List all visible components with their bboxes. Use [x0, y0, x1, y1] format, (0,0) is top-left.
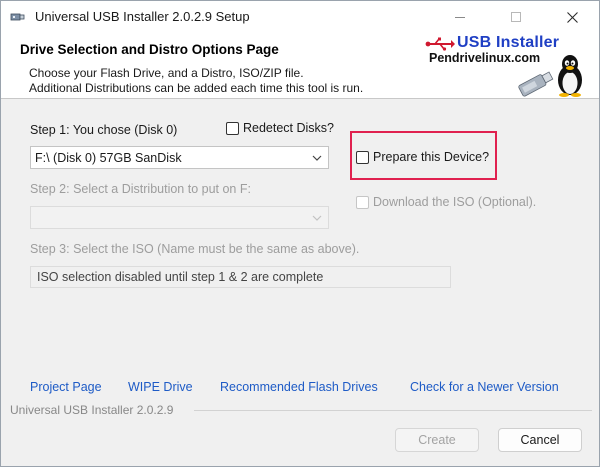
create-button[interactable]: Create — [395, 428, 479, 452]
prepare-checkbox-box[interactable] — [356, 150, 369, 164]
cancel-button[interactable]: Cancel — [498, 428, 582, 452]
brand-url: Pendrivelinux.com — [429, 51, 541, 65]
redetect-checkbox-box[interactable] — [226, 121, 239, 135]
distribution-select[interactable] — [30, 206, 329, 229]
project-page-link[interactable]: Project Page — [30, 380, 102, 394]
iso-selection-field[interactable]: ISO selection disabled until step 1 & 2 … — [30, 266, 451, 288]
prepare-device-checkbox[interactable]: Prepare this Device? — [356, 150, 489, 164]
header-banner: Drive Selection and Distro Options Page … — [1, 33, 599, 99]
page-title: Drive Selection and Distro Options Page — [20, 42, 279, 57]
description-line-2: Additional Distributions can be added ea… — [29, 81, 364, 95]
download-label: Download the ISO (Optional). — [373, 195, 537, 209]
usb-symbol-icon — [425, 37, 455, 51]
redetect-label: Redetect Disks? — [243, 121, 335, 135]
penguin-icon — [558, 55, 582, 97]
maximize-icon — [511, 12, 521, 22]
app-icon — [10, 13, 25, 21]
version-label: Universal USB Installer 2.0.2.9 — [10, 403, 174, 417]
close-button[interactable] — [549, 1, 595, 33]
iso-selection-text: ISO selection disabled until step 1 & 2 … — [37, 270, 324, 284]
title-bar[interactable]: Universal USB Installer 2.0.2.9 Setup — [1, 1, 599, 33]
page-description: Choose your Flash Drive, and a Distro, I… — [29, 66, 363, 96]
recommended-flash-drives-link[interactable]: Recommended Flash Drives — [220, 380, 378, 394]
close-icon — [566, 11, 578, 23]
minimize-icon — [455, 16, 465, 18]
footer-divider — [194, 410, 592, 411]
download-iso-checkbox[interactable]: Download the ISO (Optional). — [356, 195, 536, 209]
brand-name: USB Installer — [457, 34, 560, 51]
check-newer-version-link[interactable]: Check for a Newer Version — [410, 380, 559, 394]
step1-label: Step 1: You chose (Disk 0) — [30, 123, 178, 137]
chevron-down-icon — [312, 215, 322, 221]
chevron-down-icon — [312, 155, 322, 161]
prepare-label: Prepare this Device? — [373, 150, 490, 164]
usb-drive-icon — [518, 71, 554, 97]
brand-logo: USB Installer Pendrivelinux.com — [423, 33, 599, 99]
installer-window: Universal USB Installer 2.0.2.9 Setup Dr… — [0, 0, 600, 467]
drive-select[interactable]: F:\ (Disk 0) 57GB SanDisk — [30, 146, 329, 169]
wipe-drive-link[interactable]: WIPE Drive — [128, 380, 193, 394]
drive-select-value: F:\ (Disk 0) 57GB SanDisk — [35, 151, 182, 165]
redetect-disks-checkbox[interactable]: Redetect Disks? — [226, 121, 334, 135]
minimize-button[interactable] — [437, 1, 483, 33]
maximize-button[interactable] — [493, 1, 539, 33]
download-checkbox-box[interactable] — [356, 195, 369, 209]
window-title: Universal USB Installer 2.0.2.9 Setup — [35, 9, 250, 24]
step2-label: Step 2: Select a Distribution to put on … — [30, 182, 251, 196]
step3-label: Step 3: Select the ISO (Name must be the… — [30, 242, 360, 256]
description-line-1: Choose your Flash Drive, and a Distro, I… — [29, 66, 304, 80]
